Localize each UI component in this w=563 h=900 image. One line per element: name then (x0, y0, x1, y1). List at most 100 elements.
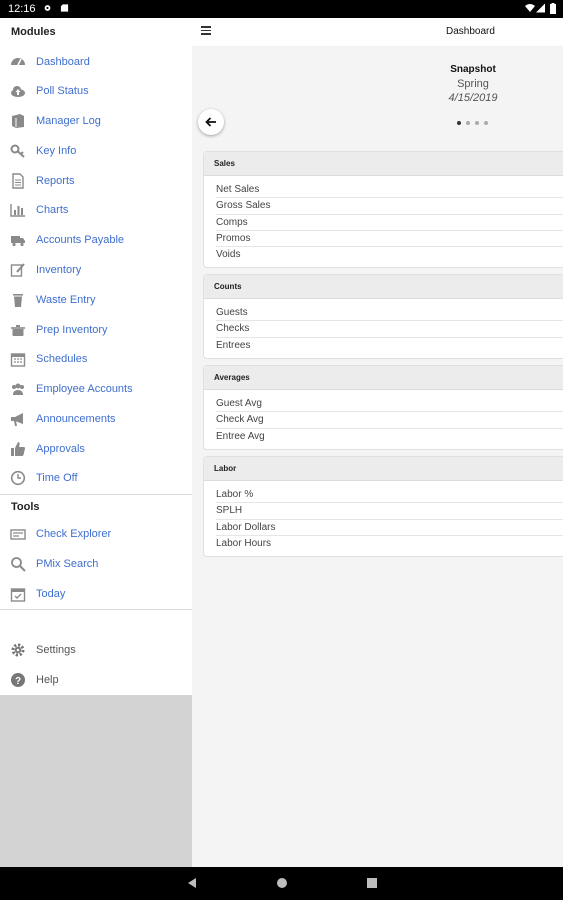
metric-row: Guest Avg (216, 396, 563, 413)
metric-label: Voids (216, 249, 241, 261)
users-icon (12, 383, 24, 395)
card-title: Labor (214, 464, 237, 473)
nav-item-check-explorer[interactable]: Check Explorer (0, 521, 192, 547)
nav-label: PMix Search (36, 558, 99, 570)
metric-row: Gross Sales (216, 198, 563, 215)
question-circle-icon: ? (11, 673, 25, 687)
sd-card-icon (60, 4, 69, 12)
nav-item-pmix-search[interactable]: PMix Search (0, 551, 192, 577)
page-dot[interactable] (475, 121, 479, 125)
recents-square-icon[interactable] (366, 877, 378, 889)
nav-item-settings[interactable]: Settings (0, 637, 192, 663)
metric-row: Check Avg (216, 412, 563, 429)
nav-label: Key Info (36, 145, 77, 157)
page-title: Dashboard (446, 26, 495, 37)
book-icon (12, 114, 24, 128)
metric-row: Comps (216, 215, 563, 231)
metric-label: Labor Dollars (216, 521, 276, 533)
nav-label: Employee Accounts (36, 383, 133, 395)
sales-card: Sales Net Sales Gross Sales Comps Promos… (203, 151, 563, 269)
nav-item-schedules[interactable]: Schedules (0, 346, 192, 372)
snapshot-season: Spring (457, 78, 489, 90)
nav-item-poll-status[interactable]: Poll Status (0, 78, 192, 104)
metric-row: SPLH (216, 503, 563, 520)
nav-item-waste-entry[interactable]: Waste Entry (0, 287, 192, 313)
status-time: 12:16 (8, 3, 36, 15)
metric-label: Labor Hours (216, 537, 272, 549)
nav-label: Waste Entry (36, 294, 96, 306)
calendar-check-icon (10, 588, 26, 602)
divider (0, 609, 192, 610)
card-header: Averages (204, 366, 563, 390)
metric-label: Promos (216, 232, 251, 244)
home-circle-icon[interactable] (276, 877, 288, 889)
file-text-icon (12, 173, 24, 189)
nav-label: Accounts Payable (36, 234, 125, 246)
nav-item-time-off[interactable]: Time Off (0, 465, 192, 491)
nav-item-employee-accounts[interactable]: Employee Accounts (0, 376, 192, 402)
snapshot-date: 4/15/2019 (448, 92, 498, 104)
nav-item-reports[interactable]: Reports (0, 168, 192, 194)
nav-item-charts[interactable]: Charts (0, 197, 192, 223)
wifi-icon (525, 4, 535, 12)
app-bar: Dashboard (192, 18, 563, 46)
metric-label: Guests (216, 307, 248, 318)
cellular-signal-icon (536, 3, 545, 13)
nav-label: Manager Log (36, 115, 101, 127)
nav-item-help[interactable]: ? Help (0, 667, 192, 693)
back-triangle-icon[interactable] (186, 877, 198, 889)
metric-label: Comps (216, 216, 248, 228)
nav-label: Charts (36, 204, 69, 216)
receipt-icon (10, 529, 26, 540)
nav-item-manager-log[interactable]: Manager Log (0, 108, 192, 134)
metric-label: Check Avg (216, 414, 264, 426)
metric-label: Labor % (216, 489, 254, 500)
nav-label: Help (36, 674, 59, 686)
nav-label: Poll Status (36, 85, 89, 97)
page-dot[interactable] (466, 121, 470, 125)
page-dot[interactable] (484, 121, 488, 125)
metric-row: Labor Hours (216, 536, 563, 552)
menu-icon[interactable] (201, 26, 211, 35)
bullhorn-icon (11, 413, 23, 426)
metric-row: Entrees (216, 338, 563, 354)
card-title: Counts (214, 282, 242, 291)
back-button[interactable] (198, 109, 224, 135)
metric-row: Voids (216, 247, 563, 263)
nav-item-prep-inventory[interactable]: Prep Inventory (0, 317, 192, 343)
edit-icon (10, 263, 25, 277)
nav-label: Approvals (36, 443, 85, 455)
nav-label: Announcements (36, 413, 116, 425)
navigation-drawer: Modules Dashboard Poll Status Manager Lo… (0, 18, 192, 867)
nav-item-dashboard[interactable]: Dashboard (0, 49, 192, 75)
nav-label: Inventory (36, 264, 82, 276)
metric-row: Net Sales (216, 182, 563, 199)
nav-item-accounts-payable[interactable]: Accounts Payable (0, 227, 192, 253)
card-title: Averages (214, 373, 250, 382)
labor-card: Labor Labor % SPLH Labor Dollars Labor H… (203, 456, 563, 558)
page-dot[interactable] (457, 121, 461, 125)
trash-icon (13, 294, 23, 307)
metric-label: Entree Avg (216, 430, 265, 442)
nav-item-approvals[interactable]: Approvals (0, 436, 192, 462)
nav-item-today[interactable]: Today (0, 581, 192, 607)
nav-item-key-info[interactable]: Key Info (0, 138, 192, 164)
averages-card: Averages Guest Avg Check Avg Entree Avg (203, 365, 563, 450)
metric-row: Promos (216, 231, 563, 248)
status-bar: 12:16 (0, 0, 563, 18)
settings-notification-icon (44, 5, 51, 11)
card-title: Sales (214, 159, 235, 168)
metric-label: Entrees (216, 339, 251, 351)
metric-label: Checks (216, 323, 250, 335)
nav-item-announcements[interactable]: Announcements (0, 406, 192, 432)
gear-icon (11, 643, 25, 657)
nav-item-inventory[interactable]: Inventory (0, 257, 192, 283)
card-header: Sales (204, 152, 563, 176)
nav-label: Reports (36, 175, 75, 187)
nav-label: Check Explorer (36, 528, 112, 540)
metric-label: Gross Sales (216, 200, 271, 212)
tachometer-icon (11, 58, 25, 66)
calendar-icon (10, 353, 26, 367)
battery-icon (550, 3, 556, 14)
svg-text:?: ? (15, 676, 21, 687)
